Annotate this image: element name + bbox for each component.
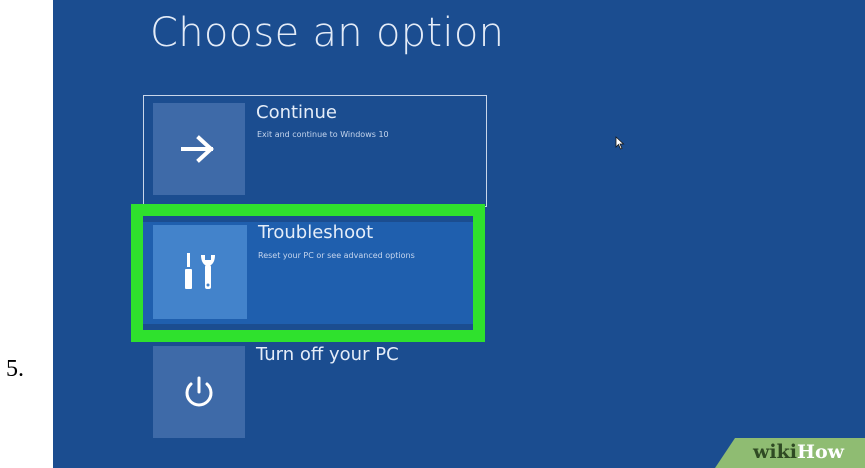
watermark-how: How xyxy=(797,441,844,463)
highlight-box xyxy=(131,204,485,342)
option-title: Continue xyxy=(256,102,337,123)
continue-tile xyxy=(153,103,245,195)
watermark-wiki: wiki xyxy=(753,441,797,463)
page-title: Choose an option xyxy=(150,10,505,56)
option-description: Exit and continue to Windows 10 xyxy=(257,130,389,139)
arrow-right-icon xyxy=(181,135,214,163)
wikihow-watermark: wiki How xyxy=(715,438,865,468)
mouse-cursor-icon xyxy=(615,136,625,150)
step-number: 5. xyxy=(6,356,24,382)
power-icon xyxy=(185,376,213,407)
option-title: Turn off your PC xyxy=(256,344,399,365)
recovery-screen: Choose an option Continue Exit and conti… xyxy=(53,0,865,468)
power-tile xyxy=(153,346,245,438)
option-turn-off[interactable]: Turn off your PC xyxy=(153,344,471,450)
option-continue[interactable]: Continue Exit and continue to Windows 10 xyxy=(153,102,471,207)
